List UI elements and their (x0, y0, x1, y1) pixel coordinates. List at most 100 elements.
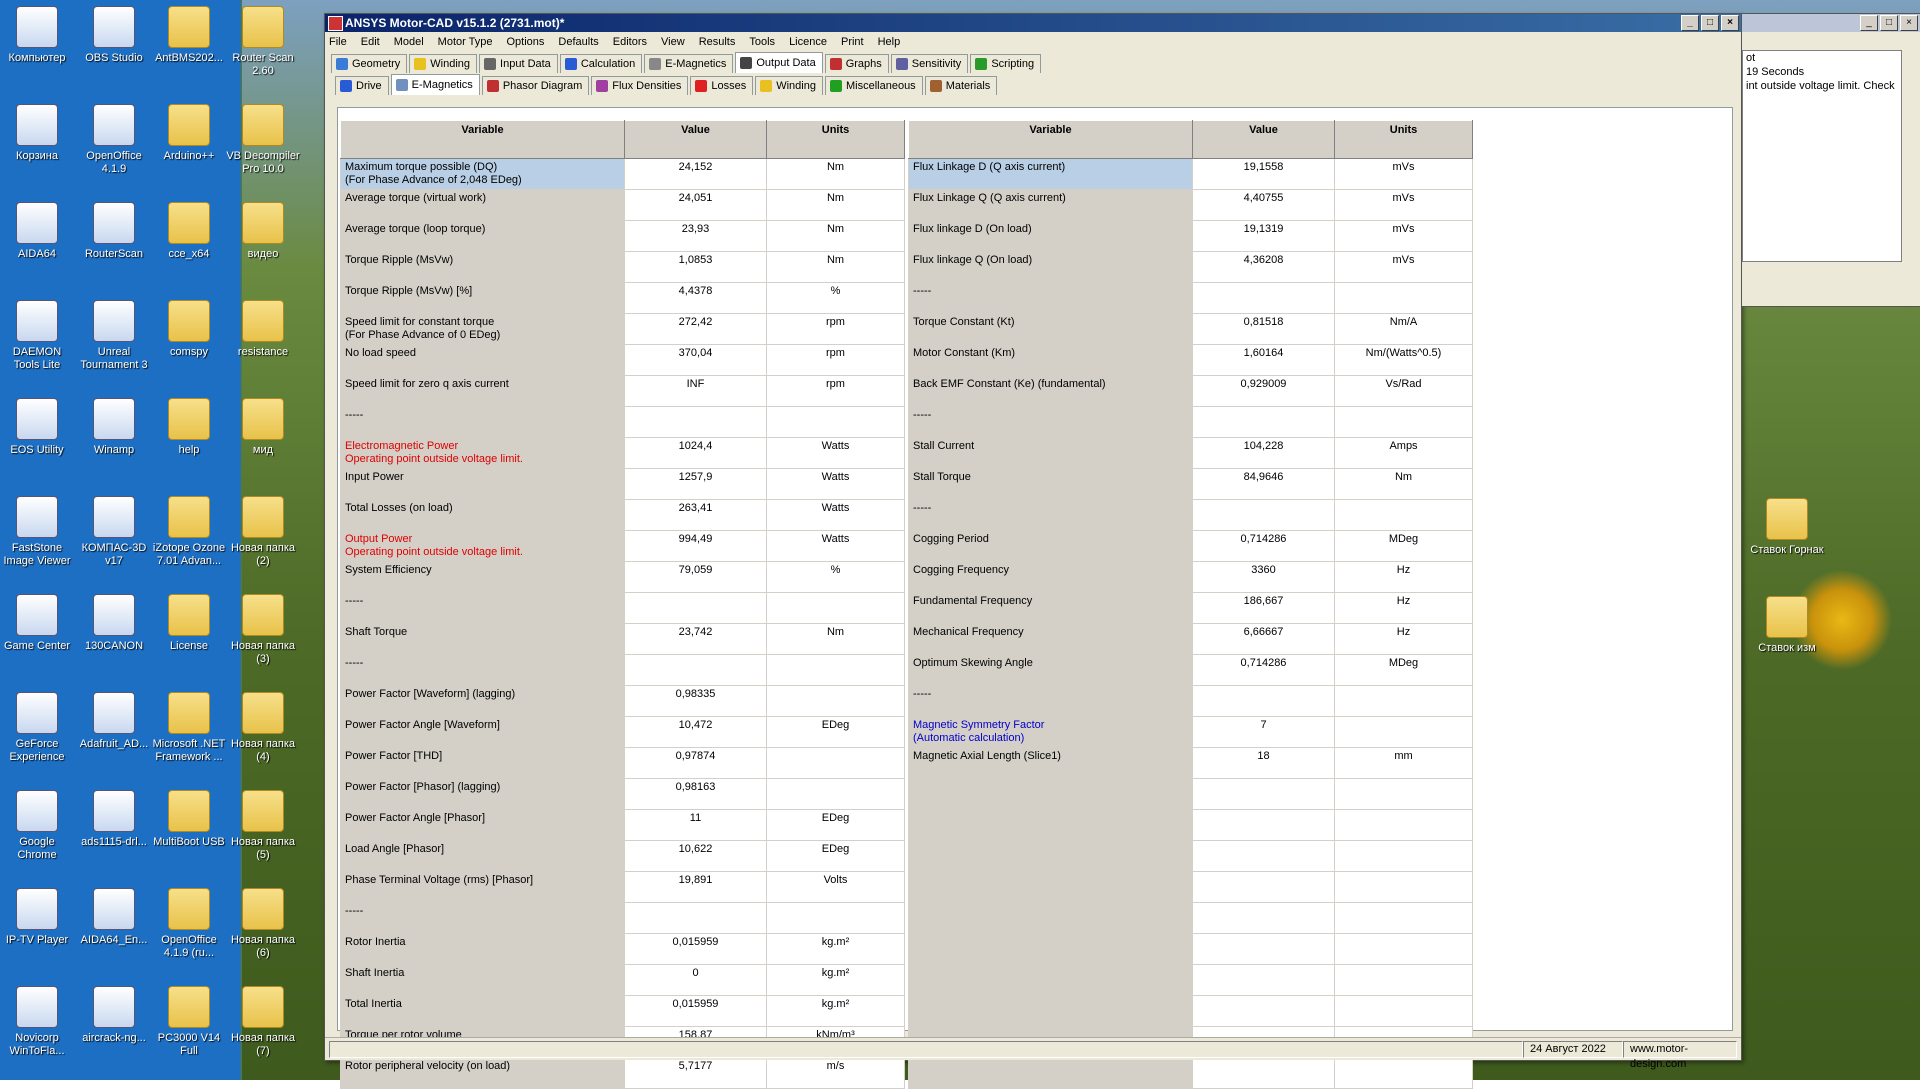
table-row[interactable]: Flux linkage D (On load) 19,1319 mVs (908, 220, 1473, 252)
tab-scripting[interactable]: Scripting (970, 54, 1042, 73)
desktop-icon[interactable]: Новая папка (2) (226, 496, 300, 568)
table-row[interactable]: Maximum torque possible (DQ) (For Phase A… (340, 158, 905, 190)
table-row[interactable]: Shaft Inertia 0 kg.m² (340, 964, 905, 996)
desktop-icon[interactable]: OBS Studio (77, 6, 151, 65)
menu-item[interactable]: Licence (789, 36, 827, 48)
minimize-button[interactable]: _ (1681, 15, 1699, 31)
desktop-icon[interactable]: License (152, 594, 226, 653)
table-row[interactable] (908, 1057, 1473, 1089)
table-row[interactable]: Power Factor [Waveform] (lagging) 0,98335 (340, 685, 905, 717)
secondary-minimize-button[interactable]: _ (1860, 15, 1878, 31)
desktop-icon[interactable]: Adafruit_AD... (77, 692, 151, 751)
table-row[interactable]: Optimum Skewing Angle 0,714286 MDeg (908, 654, 1473, 686)
secondary-title-bar[interactable]: _ □ × (1742, 14, 1920, 32)
table-row[interactable]: Load Angle [Phasor] 10,622 EDeg (340, 840, 905, 872)
col-variable[interactable]: Variable (340, 120, 625, 159)
table-row[interactable]: Total Inertia 0,015959 kg.m² (340, 995, 905, 1027)
table-row[interactable]: Cogging Frequency 3360 Hz (908, 561, 1473, 593)
menu-item[interactable]: File (329, 36, 347, 48)
menu-item[interactable]: View (661, 36, 685, 48)
col-units[interactable]: Units (766, 120, 905, 159)
col-variable[interactable]: Variable (908, 120, 1193, 159)
table-row[interactable] (908, 840, 1473, 872)
desktop-icon[interactable]: AIDA64_En... (77, 888, 151, 947)
table-row[interactable] (908, 995, 1473, 1027)
table-row[interactable]: Back EMF Constant (Ke) (fundamental) 0,92… (908, 375, 1473, 407)
table-row[interactable]: ----- (340, 406, 905, 438)
subtab-miscellaneous[interactable]: Miscellaneous (824, 76, 923, 95)
desktop-icon[interactable]: help (152, 398, 226, 457)
table-row[interactable]: Input Power 1257,9 Watts (340, 468, 905, 500)
desktop-icon[interactable]: VB Decompiler Pro 10.0 (226, 104, 300, 176)
desktop-icon[interactable]: Ставок Горнак (1750, 498, 1824, 557)
desktop-icon[interactable]: Microsoft .NET Framework ... (152, 692, 226, 764)
table-row[interactable]: No load speed 370,04 rpm (340, 344, 905, 376)
desktop-icon[interactable]: aircrack-ng... (77, 986, 151, 1045)
subtab-winding[interactable]: Winding (755, 76, 823, 95)
table-row[interactable] (908, 902, 1473, 934)
desktop-icon[interactable]: AntBMS202... (152, 6, 226, 65)
desktop-icon[interactable]: Корзина (0, 104, 74, 163)
tab-graphs[interactable]: Graphs (824, 54, 889, 73)
table-row[interactable]: ----- (908, 282, 1473, 314)
desktop-icon[interactable]: Ставок изм (1750, 596, 1824, 655)
desktop-icon[interactable]: Unreal Tournament 3 (77, 300, 151, 372)
table-row[interactable]: Cogging Period 0,714286 MDeg (908, 530, 1473, 562)
subtab-e-magnetics[interactable]: E-Magnetics (390, 74, 480, 95)
table-row[interactable]: Flux linkage Q (On load) 4,36208 mVs (908, 251, 1473, 283)
desktop-icon[interactable]: КОМПАС-3D v17 (77, 496, 151, 568)
subtab-phasor-diagram[interactable]: Phasor Diagram (481, 76, 590, 95)
subtab-drive[interactable]: Drive (335, 76, 389, 95)
subtab-flux-densities[interactable]: Flux Densities (591, 76, 689, 95)
table-row[interactable]: Motor Constant (Km) 1,60164 Nm/(Watts^0.5) (908, 344, 1473, 376)
desktop-icon[interactable]: AIDA64 (0, 202, 74, 261)
table-row[interactable]: Fundamental Frequency 186,667 Hz (908, 592, 1473, 624)
col-value[interactable]: Value (624, 120, 767, 159)
menu-item[interactable]: Options (507, 36, 545, 48)
tab-geometry[interactable]: Geometry (331, 54, 408, 73)
secondary-close-button[interactable]: × (1900, 15, 1918, 31)
desktop-icon[interactable]: IP-TV Player (0, 888, 74, 947)
close-button[interactable]: × (1721, 15, 1739, 31)
menu-item[interactable]: Help (878, 36, 901, 48)
table-row[interactable]: Flux Linkage D (Q axis current) 19,1558 mV… (908, 158, 1473, 190)
col-units[interactable]: Units (1334, 120, 1473, 159)
table-row[interactable]: Rotor peripheral velocity (on load) 5,717… (340, 1057, 905, 1089)
menu-item[interactable]: Editors (613, 36, 647, 48)
menu-item[interactable]: Results (699, 36, 736, 48)
desktop-icon[interactable]: Новая папка (6) (226, 888, 300, 960)
table-row[interactable]: Speed limit for constant torque (For Phas… (340, 313, 905, 345)
menu-item[interactable]: Motor Type (438, 36, 493, 48)
desktop-icon[interactable]: RouterScan (77, 202, 151, 261)
table-row[interactable]: Stall Current 104,228 Amps (908, 437, 1473, 469)
desktop-icon[interactable]: resistance (226, 300, 300, 359)
table-row[interactable] (908, 778, 1473, 810)
table-row[interactable]: ----- (908, 499, 1473, 531)
table-row[interactable]: ----- (908, 685, 1473, 717)
table-row[interactable]: ----- (340, 902, 905, 934)
table-row[interactable] (908, 933, 1473, 965)
desktop-icon[interactable]: Game Center (0, 594, 74, 653)
desktop-icon[interactable]: Новая папка (4) (226, 692, 300, 764)
tab-output-data[interactable]: Output Data (735, 52, 823, 73)
table-row[interactable]: Average torque (virtual work) 24,051 Nm (340, 189, 905, 221)
table-row[interactable]: Total Losses (on load) 263,41 Watts (340, 499, 905, 531)
table-row[interactable] (908, 964, 1473, 996)
desktop-icon[interactable]: видео (226, 202, 300, 261)
table-row[interactable]: Power Factor [Phasor] (lagging) 0,98163 (340, 778, 905, 810)
table-row[interactable]: Output Power Operating point outside volt… (340, 530, 905, 562)
desktop-icon[interactable]: Novicorp WinToFla... (0, 986, 74, 1058)
subtab-losses[interactable]: Losses (690, 76, 754, 95)
desktop-icon[interactable]: PC3000 V14 Full (152, 986, 226, 1058)
table-row[interactable]: Rotor Inertia 0,015959 kg.m² (340, 933, 905, 965)
desktop-icon[interactable]: Новая папка (7) (226, 986, 300, 1058)
desktop-icon[interactable]: Компьютер (0, 6, 74, 65)
desktop-icon[interactable]: iZotope Ozone 7.01 Advan... (152, 496, 226, 568)
table-row[interactable]: ----- (340, 654, 905, 686)
desktop-icon[interactable]: Новая папка (5) (226, 790, 300, 862)
table-row[interactable]: Torque Ripple (MsVw) 1,0853 Nm (340, 251, 905, 283)
tab-winding[interactable]: Winding (409, 54, 478, 73)
desktop-icon[interactable]: Google Chrome (0, 790, 74, 862)
table-row[interactable] (908, 871, 1473, 903)
desktop-icon[interactable]: EOS Utility (0, 398, 74, 457)
